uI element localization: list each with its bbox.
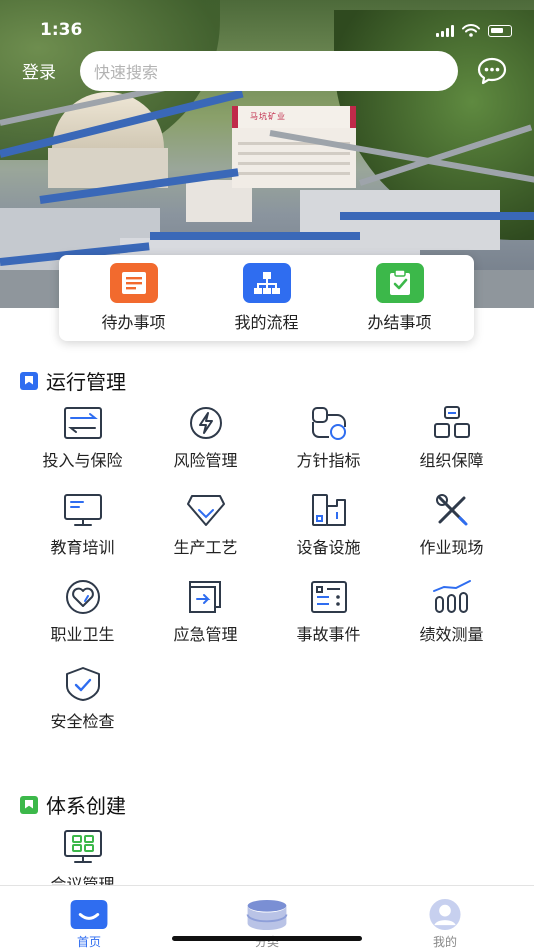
quick-completed[interactable]: 办结事项 (335, 263, 465, 333)
database-icon (246, 899, 288, 931)
building-sign: 马坑矿业 (250, 112, 286, 121)
list-icon (310, 581, 347, 613)
quick-actions-card: 待办事项 我的流程 办结事项 (59, 255, 474, 341)
home-indicator (172, 936, 362, 941)
equipment-icon (311, 494, 346, 526)
wifi-icon (462, 24, 480, 37)
menu-item-equipment-facilities[interactable]: 设备设施 (267, 492, 390, 559)
menu-item-performance-measurement[interactable]: 绩效测量 (390, 579, 513, 646)
bookmark-flag-icon (20, 795, 38, 814)
quick-todo[interactable]: 待办事项 (69, 263, 199, 333)
chat-bubble-icon[interactable] (476, 55, 508, 87)
tools-icon (435, 494, 467, 526)
bookmark-flag-icon (20, 371, 38, 390)
heart-icon (65, 580, 100, 614)
cellular-signal-icon (436, 24, 454, 37)
bar-chart-icon (432, 580, 471, 613)
search-placeholder: 快速搜索 (94, 63, 159, 82)
menu-item-policy-targets[interactable]: 方针指标 (267, 405, 390, 472)
transfer-icon (63, 407, 102, 439)
tab-mine[interactable]: 我的 (385, 886, 505, 950)
menu-item-work-site[interactable]: 作业现场 (390, 492, 513, 559)
quick-my-process-label: 我的流程 (234, 313, 299, 332)
clipboard-check-icon (375, 263, 424, 303)
login-link[interactable]: 登录 (22, 58, 56, 83)
shield-check-icon (65, 667, 100, 701)
quick-todo-label: 待办事项 (101, 313, 166, 332)
section-title-system-building: 体系创建 (20, 790, 126, 819)
monitor-icon (63, 494, 102, 526)
menu-item-safety-inspection[interactable]: 安全检查 (21, 666, 144, 733)
gem-icon (186, 495, 225, 526)
tab-home[interactable]: 首页 (29, 886, 149, 950)
menu-item-emergency-management[interactable]: 应急管理 (144, 579, 267, 646)
status-icons (436, 24, 512, 37)
battery-icon (488, 24, 512, 37)
menu-item-occupational-health[interactable]: 职业卫生 (21, 579, 144, 646)
menu-item-investment-insurance[interactable]: 投入与保险 (21, 405, 144, 472)
blocks-icon (433, 406, 470, 438)
quick-my-process[interactable]: 我的流程 (202, 263, 332, 333)
menu-item-org-support[interactable]: 组织保障 (390, 405, 513, 472)
meeting-icon (63, 830, 102, 863)
home-icon (70, 899, 108, 930)
target-icon (311, 407, 346, 440)
menu-item-education-training[interactable]: 教育培训 (21, 492, 144, 559)
section-title-operations: 运行管理 (20, 366, 126, 395)
lightning-icon (189, 407, 222, 439)
user-icon (429, 898, 461, 931)
menu-item-risk-management[interactable]: 风险管理 (144, 405, 267, 472)
todo-list-icon (109, 263, 158, 303)
exit-icon (188, 581, 221, 613)
search-input[interactable]: 快速搜索 (80, 51, 458, 91)
menu-item-accident-events[interactable]: 事故事件 (267, 579, 390, 646)
status-time: 1:36 (40, 20, 83, 40)
org-chart-icon (242, 263, 291, 303)
operations-grid: 投入与保险 风险管理 方针指标 组织保障 教育培训 生产工艺 设备设施 作业现场… (0, 405, 534, 733)
menu-item-production-process[interactable]: 生产工艺 (144, 492, 267, 559)
quick-completed-label: 办结事项 (367, 313, 432, 332)
